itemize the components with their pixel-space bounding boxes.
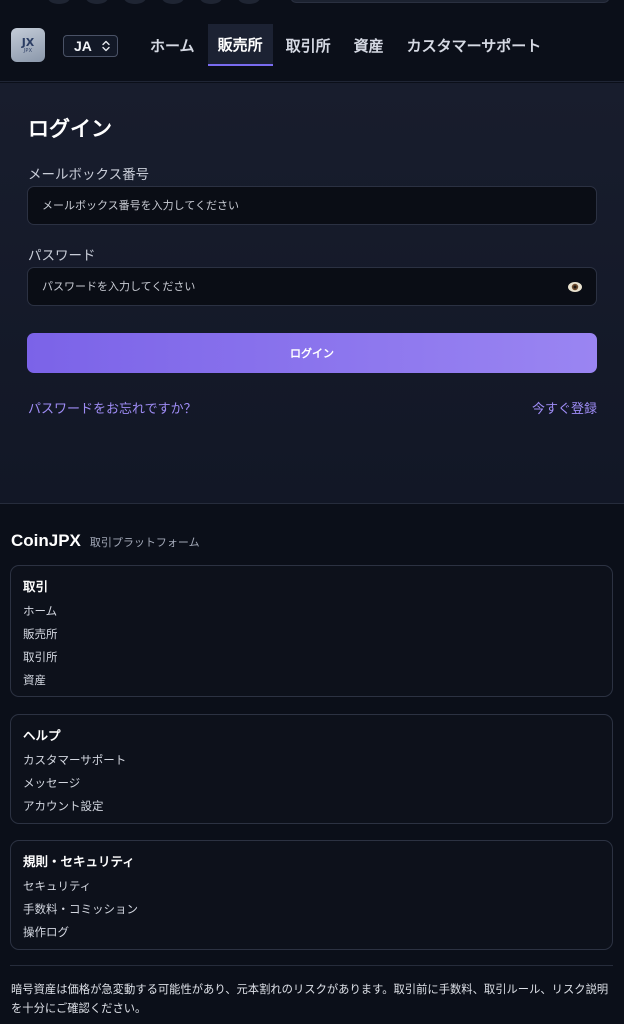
register-link[interactable]: 今すぐ登録 [532, 398, 597, 417]
forgot-password-link[interactable]: パスワードをお忘れですか？ [28, 398, 197, 417]
eye-icon[interactable] [567, 280, 583, 294]
top-header: JX JPX JA ホーム 販売所 取引所 資産 カスタマーサポート [0, 8, 624, 82]
footer-link-fees[interactable]: 手数料・コミッション [23, 901, 138, 917]
chevron-updown-icon [102, 40, 110, 52]
footer-card-help: ヘルプ カスタマーサポート メッセージ アカウント設定 [10, 714, 613, 824]
login-title: ログイン [28, 117, 112, 141]
footer-card-rules-security: 規則・セキュリティ セキュリティ 手数料・コミッション 操作ログ [10, 840, 613, 950]
footer-card-trading: 取引 ホーム 販売所 取引所 資産 [10, 565, 613, 697]
logo-mark: JX [21, 35, 35, 49]
brand-name: CoinJPX [11, 531, 81, 550]
email-field-wrapper [27, 186, 597, 225]
card-title: 取引 [23, 579, 49, 594]
clipped-icon [162, 0, 184, 4]
footer-link-account-settings[interactable]: アカウント設定 [23, 798, 104, 814]
footer-divider [10, 965, 613, 966]
logo-sub: JPX [23, 47, 33, 54]
footer-link-exchange[interactable]: 取引所 [23, 649, 58, 665]
password-label: パスワード [28, 248, 96, 264]
risk-disclaimer: 暗号資産は価格が急変動する可能性があり、元本割れのリスクがあります。取引前に手数… [11, 983, 609, 1015]
language-select[interactable]: JA [63, 35, 118, 57]
clipped-icon [238, 0, 260, 4]
footer-link-security[interactable]: セキュリティ [23, 878, 91, 894]
clipped-icon [200, 0, 222, 4]
clipped-icon [48, 0, 70, 4]
nav-item-assets[interactable]: 資産 [344, 24, 394, 66]
password-field-wrapper [27, 267, 597, 306]
footer-link-messages[interactable]: メッセージ [23, 775, 80, 791]
login-button[interactable]: ログイン [27, 333, 597, 373]
footer-link-home[interactable]: ホーム [23, 603, 57, 619]
email-label: メールボックス番号 [28, 167, 150, 183]
top-clipped-strip [0, 0, 624, 6]
clipped-search [290, 0, 610, 3]
nav-item-sales[interactable]: 販売所 [207, 24, 273, 66]
footer-link-support[interactable]: カスタマーサポート [23, 752, 126, 768]
main-nav: ホーム 販売所 取引所 資産 カスタマーサポート [140, 24, 554, 74]
password-field[interactable] [42, 280, 582, 293]
nav-item-home[interactable]: ホーム [140, 24, 205, 66]
language-value: JA [74, 38, 92, 54]
nav-item-support[interactable]: カスタマーサポート [397, 24, 552, 66]
card-title: ヘルプ [23, 728, 61, 743]
email-field[interactable] [42, 199, 582, 212]
clipped-icon [86, 0, 108, 4]
logo[interactable]: JX JPX [11, 28, 45, 62]
footer-link-assets[interactable]: 資産 [23, 672, 46, 688]
card-title: 規則・セキュリティ [23, 854, 135, 869]
footer-link-sales[interactable]: 販売所 [23, 626, 58, 642]
brand-tagline: 取引プラットフォーム [89, 536, 200, 549]
login-panel: ログイン メールボックス番号 パスワード ログイン パスワードをお忘れですか？ … [0, 83, 624, 504]
footer-brand: CoinJPX 取引プラットフォーム [11, 531, 200, 551]
clipped-icon [124, 0, 146, 4]
nav-item-exchange[interactable]: 取引所 [276, 24, 341, 66]
footer-link-activity-log[interactable]: 操作ログ [23, 924, 69, 940]
